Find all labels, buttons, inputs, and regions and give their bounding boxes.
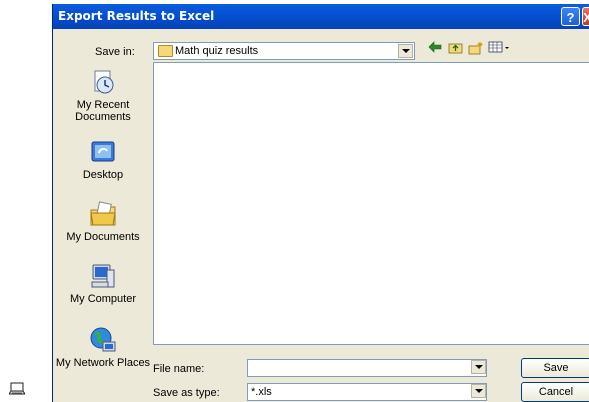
help-button[interactable]: ? <box>561 7 580 26</box>
places-bar: My Recent Documents Desktop My Documents… <box>53 62 153 382</box>
place-label: My Documents <box>66 231 140 243</box>
save-as-type-value: *.xls <box>251 386 272 398</box>
chevron-down-icon[interactable] <box>398 44 413 58</box>
place-desktop[interactable]: Desktop <box>53 138 153 181</box>
folder-icon <box>158 45 173 57</box>
back-arrow-icon[interactable] <box>426 41 444 57</box>
recent-documents-icon <box>89 68 117 96</box>
desktop-icon <box>89 138 117 166</box>
close-button[interactable]: X <box>582 7 589 26</box>
cancel-button[interactable]: Cancel <box>521 382 589 402</box>
chevron-down-icon[interactable] <box>471 360 486 374</box>
network-places-icon <box>89 326 117 354</box>
views-menu-icon[interactable] <box>487 41 513 57</box>
up-folder-icon[interactable] <box>446 41 464 57</box>
place-my-computer[interactable]: My Computer <box>53 262 153 305</box>
chevron-down-icon[interactable] <box>471 384 486 398</box>
place-my-documents[interactable]: My Documents <box>53 200 153 243</box>
new-folder-icon[interactable] <box>467 41 485 57</box>
dialog-title: Export Results to Excel <box>58 9 215 23</box>
save-in-label: Save in: <box>95 46 135 58</box>
place-my-network-places[interactable]: My Network Places <box>53 326 153 369</box>
save-in-dropdown[interactable]: Math quiz results <box>153 42 415 60</box>
save-dialog: Export Results to Excel ? X Save in: Mat… <box>52 4 589 402</box>
place-label: Desktop <box>82 169 124 181</box>
save-as-type-dropdown[interactable]: *.xls <box>247 383 487 401</box>
laptop-icon[interactable] <box>8 382 26 396</box>
save-button[interactable]: Save <box>521 358 589 378</box>
title-bar[interactable]: Export Results to Excel ? X <box>53 4 589 29</box>
my-computer-icon <box>89 262 117 290</box>
file-name-label: File name: <box>153 363 205 375</box>
file-list[interactable] <box>153 62 589 345</box>
save-as-type-label: Save as type: <box>153 387 220 399</box>
file-name-field[interactable] <box>247 359 487 377</box>
file-name-dropdown[interactable] <box>469 359 487 377</box>
save-as-type-arrow[interactable] <box>469 383 487 401</box>
place-label: My Network Places <box>55 357 151 369</box>
save-in-value: Math quiz results <box>175 45 259 57</box>
place-label: My Computer <box>69 293 137 305</box>
place-my-recent-documents[interactable]: My Recent Documents <box>53 68 153 123</box>
my-documents-icon <box>89 200 117 228</box>
place-label: My Recent Documents <box>75 99 131 123</box>
